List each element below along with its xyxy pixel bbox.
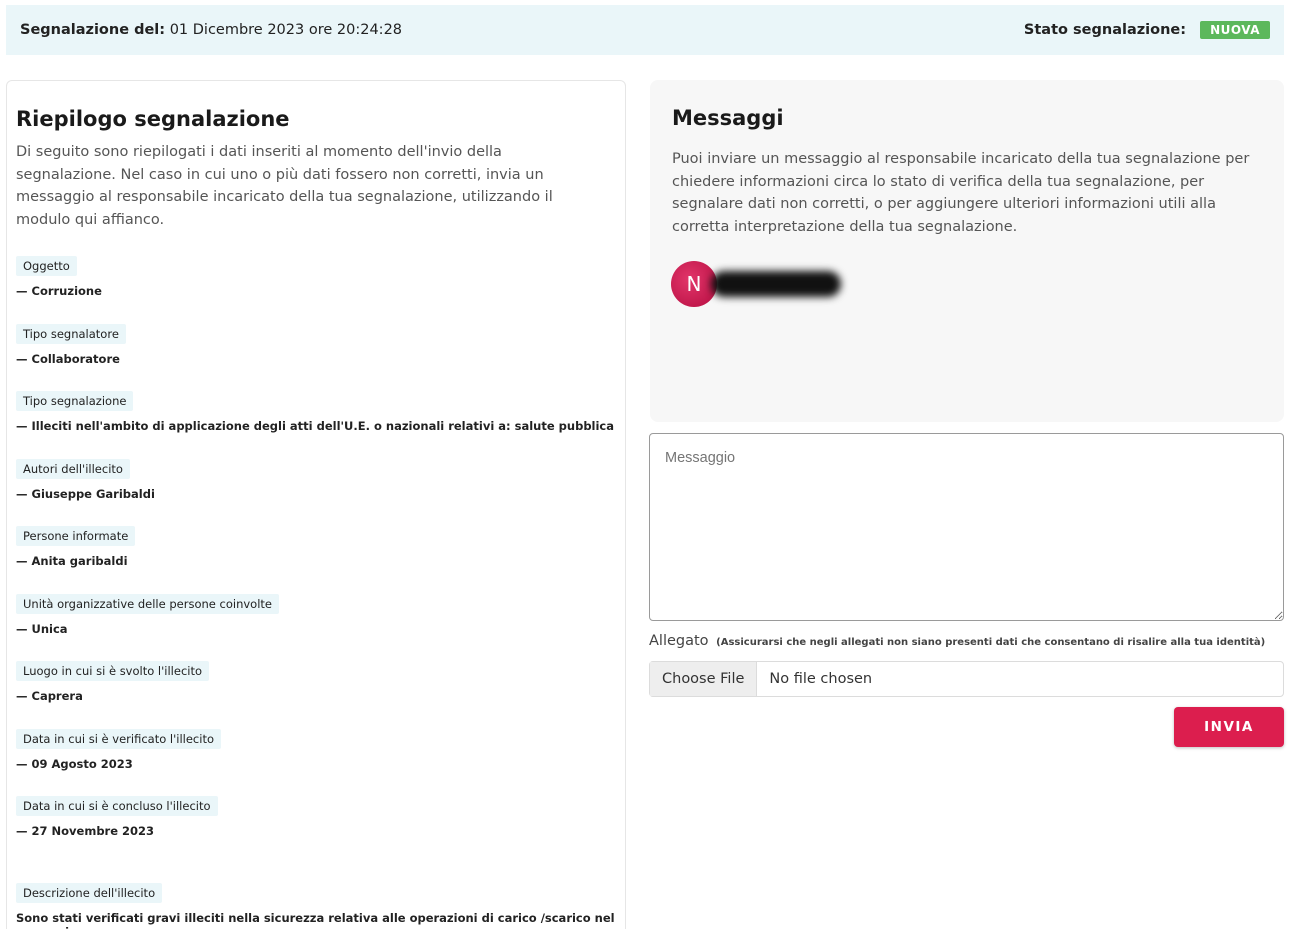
field-label: Tipo segnalatore	[16, 323, 126, 344]
report-header: Segnalazione del: 01 Dicembre 2023 ore 2…	[6, 5, 1284, 55]
field-value: — Unica	[16, 621, 68, 636]
file-input[interactable]: Choose File No file chosen	[649, 661, 1284, 697]
messages-card: Messaggi Puoi inviare un messaggio al re…	[650, 80, 1284, 422]
field-data-verificato: Data in cui si è verificato l'illecito —…	[16, 728, 616, 796]
field-label: Persone informate	[16, 526, 136, 546]
field-label: Luogo in cui si è svolto l'illecito	[16, 661, 210, 681]
field-oggetto: Oggetto — Corruzione	[16, 255, 616, 323]
attachment-label: Allegato	[649, 633, 709, 649]
field-label: Descrizione dell'illecito	[16, 883, 163, 903]
report-date-value: 01 Dicembre 2023 ore 20:24:28	[169, 22, 403, 38]
status-badge: NUOVA	[1200, 21, 1270, 39]
redacted-name	[711, 271, 841, 297]
field-unita-organizzative: Unità organizzative delle persone coinvo…	[16, 593, 616, 661]
field-value: — 27 Novembre 2023	[16, 824, 155, 838]
field-value: — Collaboratore	[16, 351, 120, 366]
messages-title: Messaggi	[672, 106, 784, 130]
field-label: Autori dell'illecito	[16, 458, 130, 479]
field-value: Sono stati verificati gravi illeciti nel…	[16, 911, 615, 929]
field-value: — Caprera	[16, 689, 83, 703]
field-label: Data in cui si è concluso l'illecito	[16, 796, 218, 816]
field-value: — 09 Agosto 2023	[16, 756, 133, 771]
choose-file-button[interactable]: Choose File	[650, 662, 758, 696]
summary-card: Riepilogo segnalazione Di seguito sono r…	[6, 80, 626, 929]
field-tipo-segnalazione: Tipo segnalazione — Illeciti nell'ambito…	[16, 390, 616, 458]
attachment-note: (Assicurarsi che negli allegati non sian…	[716, 637, 1266, 648]
field-value: — Corruzione	[16, 284, 102, 298]
report-status-row: Stato segnalazione: NUOVA	[1024, 21, 1270, 39]
field-label: Tipo segnalazione	[16, 391, 134, 411]
file-status: No file chosen	[769, 671, 873, 687]
summary-fields: Oggetto — Corruzione Tipo segnalatore — …	[16, 255, 616, 929]
field-persone-informate: Persone informate — Anita garibaldi	[16, 525, 616, 593]
field-value: — Giuseppe Garibaldi	[16, 486, 155, 501]
message-textarea[interactable]	[649, 433, 1284, 621]
message-entry: N	[671, 261, 841, 307]
summary-intro: Di seguito sono riepilogati i dati inser…	[16, 144, 553, 228]
summary-title: Riepilogo segnalazione	[16, 107, 290, 131]
status-label: Stato segnalazione:	[1023, 22, 1187, 38]
messages-description: Puoi inviare un messaggio al responsabil…	[672, 151, 1250, 235]
field-label: Oggetto	[16, 256, 77, 276]
field-tipo-segnalatore: Tipo segnalatore — Collaboratore	[16, 323, 616, 391]
attachment-label-row: Allegato (Assicurarsi che negli allegati…	[649, 633, 1265, 649]
send-button[interactable]: INVIA	[1174, 707, 1284, 747]
field-data-concluso: Data in cui si è concluso l'illecito — 2…	[16, 795, 616, 882]
field-autori: Autori dell'illecito — Giuseppe Garibald…	[16, 458, 616, 526]
report-date-row: Segnalazione del: 01 Dicembre 2023 ore 2…	[20, 22, 402, 38]
field-label: Unità organizzative delle persone coinvo…	[16, 593, 279, 614]
field-value: — Illeciti nell'ambito di applicazione d…	[16, 419, 615, 433]
field-label: Data in cui si è verificato l'illecito	[16, 728, 221, 749]
field-descrizione: Descrizione dell'illecito Sono stati ver…	[16, 882, 616, 929]
field-value: — Anita garibaldi	[16, 554, 128, 568]
report-date-label: Segnalazione del:	[20, 22, 166, 38]
field-luogo: Luogo in cui si è svolto l'illecito — Ca…	[16, 660, 616, 728]
